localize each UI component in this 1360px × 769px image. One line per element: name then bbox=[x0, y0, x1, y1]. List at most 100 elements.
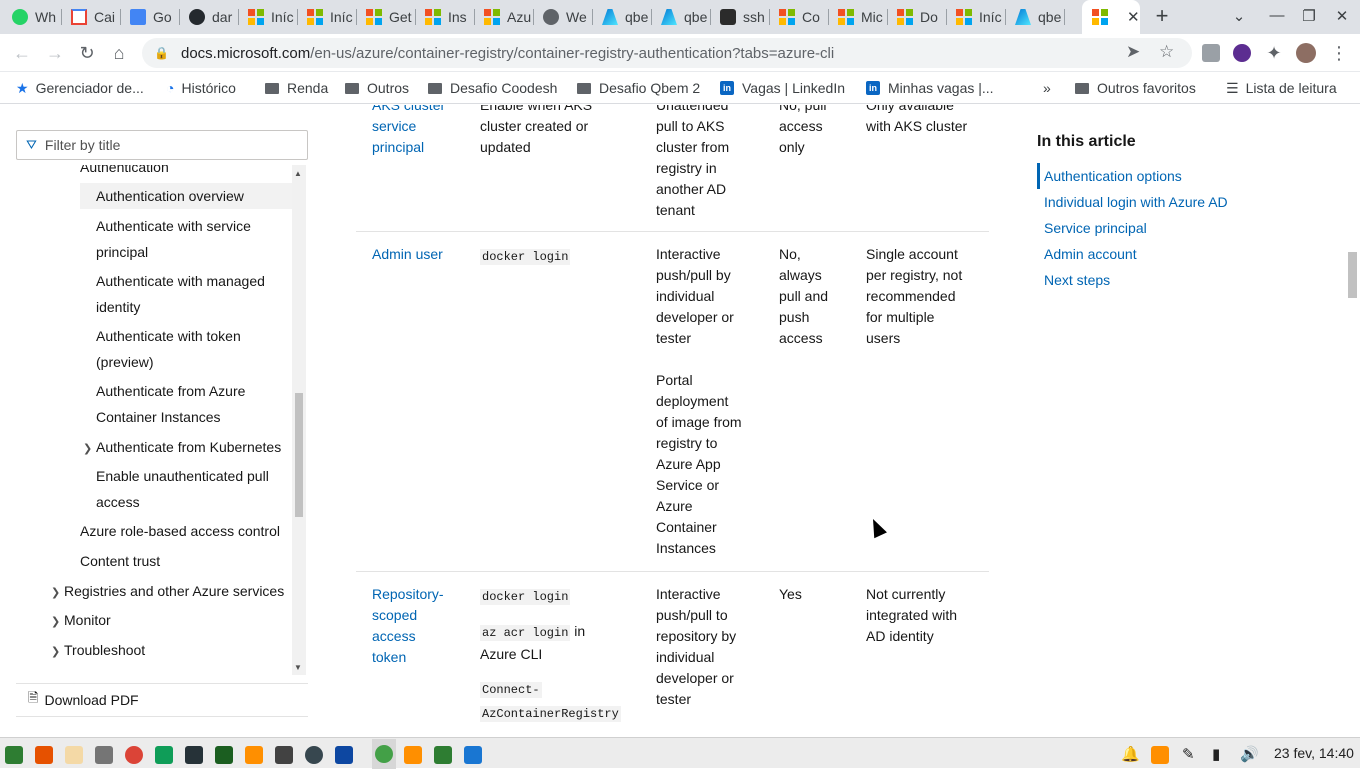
toc-item-registries[interactable]: Registries and other Azure services bbox=[64, 578, 284, 604]
browser-tab[interactable]: Get bbox=[357, 0, 416, 34]
cell-line[interactable]: AKS cluster bbox=[372, 105, 462, 116]
chrome-icon[interactable] bbox=[125, 746, 143, 764]
files-icon[interactable] bbox=[434, 746, 452, 764]
row2-option[interactable]: Admin user bbox=[372, 244, 443, 265]
bookmark-desafio-qbem[interactable]: Desafio Qbem 2 bbox=[577, 77, 700, 99]
chrome-active-icon[interactable] bbox=[372, 739, 396, 769]
cell-line[interactable]: scoped bbox=[372, 605, 462, 626]
browser-tab[interactable]: We bbox=[534, 0, 593, 34]
media-icon[interactable] bbox=[275, 746, 293, 764]
toc-item-token[interactable]: Authenticate with token (preview) bbox=[96, 323, 276, 375]
reading-list[interactable]: ☰ Lista de leitura bbox=[1226, 77, 1337, 99]
bookmark-vagas-linkedin[interactable]: in Vagas | LinkedIn bbox=[720, 77, 845, 99]
close-window-icon[interactable]: ✕ bbox=[1332, 7, 1352, 25]
article-link-authentication-options[interactable]: Authentication options bbox=[1037, 163, 1297, 189]
restore-icon[interactable]: ❐ bbox=[1299, 7, 1319, 25]
browser-tab[interactable]: Go bbox=[121, 0, 180, 34]
vlc-icon[interactable] bbox=[245, 746, 263, 764]
battery-icon[interactable]: ▮ bbox=[1212, 745, 1220, 763]
admin-user-link[interactable]: Admin user bbox=[372, 246, 443, 262]
bookmark-star-icon[interactable]: ☆ bbox=[1159, 42, 1174, 62]
toc-item-unauthenticated-pull[interactable]: Enable unauthenticated pull access bbox=[96, 463, 276, 515]
browser-tab[interactable]: qbe bbox=[593, 0, 652, 34]
pen-icon[interactable]: ✎ bbox=[1182, 745, 1195, 763]
browser-tab[interactable]: Iníc bbox=[947, 0, 1006, 34]
forward-icon[interactable]: → bbox=[44, 42, 66, 64]
toc-item-rbac[interactable]: Azure role-based access control bbox=[80, 518, 300, 544]
new-tab-button[interactable]: + bbox=[1150, 5, 1174, 29]
chevron-right-icon[interactable]: ❯ bbox=[51, 586, 60, 599]
article-link-next-steps[interactable]: Next steps bbox=[1037, 267, 1297, 293]
browser-tab[interactable]: Mic bbox=[829, 0, 888, 34]
page-scrollbar[interactable] bbox=[1346, 105, 1360, 737]
terminal-icon[interactable] bbox=[185, 746, 203, 764]
files-icon[interactable] bbox=[155, 746, 173, 764]
bookmark-desafio-coodesh[interactable]: Desafio Coodesh bbox=[428, 77, 557, 99]
vlc-icon[interactable] bbox=[404, 746, 422, 764]
menu-icon[interactable]: ⋮ bbox=[1328, 42, 1350, 64]
browser-tab[interactable]: Wh bbox=[3, 0, 62, 34]
bookmark-outros[interactable]: Outros bbox=[345, 77, 409, 99]
send-icon[interactable]: ➤ bbox=[1126, 42, 1140, 62]
cell-line[interactable]: token bbox=[372, 647, 462, 668]
avatar[interactable] bbox=[1296, 43, 1316, 63]
bookmark-historico[interactable]: ◔ Histórico bbox=[166, 77, 236, 99]
browser-tab[interactable]: Do bbox=[888, 0, 947, 34]
app-icon[interactable] bbox=[215, 746, 233, 764]
firefox-icon[interactable] bbox=[35, 746, 53, 764]
browser-tab[interactable]: qbe bbox=[1006, 0, 1065, 34]
tab-search-icon[interactable]: ⌄ bbox=[1229, 7, 1249, 25]
browser-tab[interactable]: Co bbox=[770, 0, 829, 34]
tab-active[interactable]: ✕ bbox=[1082, 0, 1140, 34]
browser-tab[interactable]: Ins bbox=[416, 0, 475, 34]
text-editor-icon[interactable] bbox=[65, 746, 83, 764]
toc-filter-input[interactable]: ⛛ Filter by title bbox=[16, 130, 308, 160]
browser-tab[interactable]: Iníc bbox=[239, 0, 298, 34]
chevron-right-icon[interactable]: ❯ bbox=[83, 442, 92, 455]
volume-icon[interactable]: 🔊 bbox=[1240, 745, 1259, 763]
browser-tab[interactable]: Azu bbox=[475, 0, 534, 34]
home-icon[interactable]: ⌂ bbox=[108, 42, 130, 64]
browser-tab[interactable]: dar bbox=[180, 0, 239, 34]
vlc-tray-icon[interactable] bbox=[1151, 746, 1169, 764]
toc-item-authentication-overview[interactable]: Authentication overview bbox=[80, 183, 292, 209]
notification-bell-icon[interactable]: 🔔 bbox=[1121, 745, 1140, 763]
scroll-down-icon[interactable]: ▼ bbox=[294, 663, 302, 672]
toc-item-content-trust[interactable]: Content trust bbox=[80, 548, 160, 574]
row1-option[interactable]: AKS cluster service principal bbox=[372, 105, 462, 158]
toc-item-troubleshoot[interactable]: Troubleshoot bbox=[64, 637, 145, 663]
cell-line[interactable]: access bbox=[372, 626, 462, 647]
cell-line[interactable]: service bbox=[372, 116, 462, 137]
minimize-icon[interactable]: — bbox=[1267, 7, 1287, 24]
extensions-icon[interactable]: ✦ bbox=[1263, 42, 1285, 64]
address-bar[interactable]: 🔒 docs.microsoft.com/en-us/azure/contain… bbox=[142, 38, 1192, 68]
bookmark-outros-favoritos[interactable]: Outros favoritos bbox=[1075, 77, 1196, 99]
toc-item-managed-identity[interactable]: Authenticate with managed identity bbox=[96, 268, 276, 320]
vscode-icon[interactable] bbox=[335, 746, 353, 764]
toc-item-authentication[interactable]: Authentication bbox=[80, 165, 169, 176]
more-bookmarks-icon[interactable]: » bbox=[1043, 77, 1051, 99]
article-link-service-principal[interactable]: Service principal bbox=[1037, 215, 1297, 241]
vscode-icon[interactable] bbox=[464, 746, 482, 764]
browser-tab[interactable]: qbe bbox=[652, 0, 711, 34]
bookmark-minhas-vagas[interactable]: in Minhas vagas |... bbox=[866, 77, 994, 99]
toc-item-service-principal[interactable]: Authenticate with service principal bbox=[96, 213, 276, 265]
row3-option[interactable]: Repository-scoped access token bbox=[372, 584, 462, 668]
toc-item-monitor[interactable]: Monitor bbox=[64, 607, 111, 633]
reload-icon[interactable]: ↻ bbox=[76, 42, 98, 64]
scroll-up-icon[interactable]: ▲ bbox=[294, 169, 302, 178]
download-pdf-link[interactable]: 🗎 Download PDF bbox=[16, 683, 308, 717]
toc-scrollbar[interactable]: ▲ ▼ bbox=[292, 165, 306, 675]
toc-item-kubernetes[interactable]: Authenticate from Kubernetes bbox=[96, 434, 296, 460]
clock[interactable]: 23 fev, 14:40 bbox=[1274, 745, 1354, 761]
chevron-right-icon[interactable]: ❯ bbox=[51, 645, 60, 658]
bookmark-renda[interactable]: Renda bbox=[265, 77, 328, 99]
page-scroll-thumb[interactable] bbox=[1348, 252, 1357, 298]
toc-scroll-thumb[interactable] bbox=[295, 393, 303, 517]
start-menu-icon[interactable] bbox=[5, 746, 23, 764]
calculator-icon[interactable] bbox=[95, 746, 113, 764]
article-link-individual-login[interactable]: Individual login with Azure AD bbox=[1037, 189, 1297, 215]
browser-tab[interactable]: ssh bbox=[711, 0, 770, 34]
toc-item-aci[interactable]: Authenticate from Azure Container Instan… bbox=[96, 378, 276, 430]
back-icon[interactable]: ← bbox=[11, 42, 33, 64]
